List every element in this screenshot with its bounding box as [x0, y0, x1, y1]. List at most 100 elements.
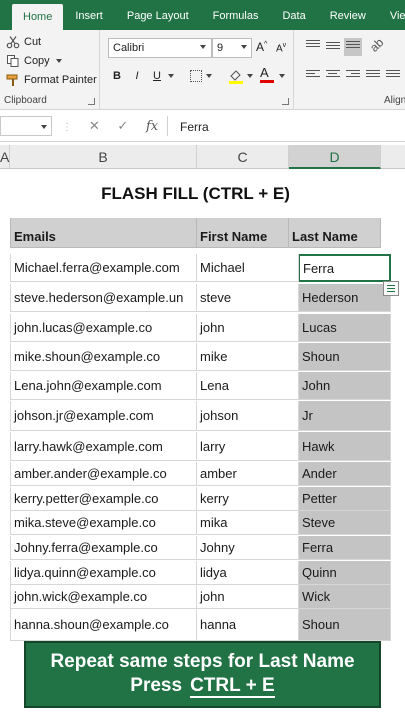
underline-button[interactable]: U [150, 66, 164, 86]
email-cell[interactable]: mika.steve@example.co [10, 511, 197, 535]
increase-font-icon[interactable]: A^ [256, 40, 267, 54]
first-name-cell[interactable]: steve [197, 284, 299, 312]
format-painter-button[interactable]: Format Painter [6, 72, 97, 88]
email-cell[interactable]: larry.hawk@example.com [10, 432, 197, 461]
email-cell[interactable]: Lena.john@example.com [10, 372, 197, 400]
email-cell[interactable]: Johny.ferra@example.co [10, 536, 197, 560]
align-right-icon[interactable] [346, 70, 360, 82]
copy-dropdown-icon[interactable] [55, 59, 62, 63]
first-name-cell[interactable]: amber [197, 462, 299, 486]
header-emails[interactable]: Emails [10, 218, 197, 248]
fill-color-icon[interactable] [228, 68, 244, 87]
font-family-select[interactable]: Calibri [108, 38, 212, 58]
last-name-cell[interactable]: Petter [299, 487, 391, 511]
last-name-cell[interactable]: Lucas [299, 314, 391, 342]
email-cell[interactable]: mike.shoun@example.co [10, 343, 197, 371]
cut-button[interactable]: Cut [6, 34, 41, 50]
align-middle-icon[interactable] [326, 42, 340, 54]
italic-button[interactable]: I [130, 66, 144, 86]
last-name-cell[interactable]: Jr [299, 401, 391, 431]
email-cell[interactable]: lidya.quinn@example.co [10, 561, 197, 585]
ribbon: Cut Copy Format Painter Clipboard Calibr… [0, 30, 405, 110]
first-name-cell[interactable]: john [197, 314, 299, 342]
header-last-name[interactable]: Last Name [289, 218, 381, 248]
column-header-d[interactable]: D [289, 145, 381, 169]
decrease-font-icon[interactable]: Av [276, 42, 286, 54]
font-color-dropdown-icon[interactable] [279, 74, 285, 78]
cancel-icon[interactable]: ✕ [89, 118, 100, 134]
email-cell[interactable]: steve.hederson@example.un [10, 284, 197, 312]
first-name-cell[interactable]: hanna [197, 609, 299, 641]
table-row: john.wick@example.co john Wick [10, 585, 391, 609]
table-row: johson.jr@example.com johson Jr [10, 401, 391, 431]
tab-view[interactable]: View [378, 0, 405, 30]
email-cell[interactable]: hanna.shoun@example.co [10, 609, 197, 641]
formula-input[interactable]: Ferra [180, 120, 209, 134]
align-bottom-icon[interactable] [344, 38, 362, 56]
last-name-cell[interactable]: Hawk [299, 432, 391, 461]
first-name-cell[interactable]: Johny [197, 536, 299, 560]
increase-indent-icon[interactable] [386, 70, 400, 82]
borders-dropdown-icon[interactable] [206, 74, 212, 78]
insert-function-icon[interactable]: fx [146, 119, 158, 134]
last-name-cell[interactable]: John [299, 372, 391, 400]
column-header-b[interactable]: B [10, 145, 197, 169]
last-name-cell[interactable]: Hederson [299, 284, 391, 312]
first-name-cell[interactable]: kerry [197, 487, 299, 511]
fill-color-dropdown-icon[interactable] [247, 74, 253, 78]
borders-icon[interactable] [190, 70, 202, 82]
tab-page-layout[interactable]: Page Layout [115, 0, 201, 30]
column-header-a[interactable]: A [0, 145, 10, 169]
scissors-icon [6, 35, 20, 49]
align-left-icon[interactable] [306, 70, 320, 82]
tab-insert[interactable]: Insert [63, 0, 115, 30]
last-name-cell[interactable]: Wick [299, 585, 391, 609]
first-name-cell[interactable]: lidya [197, 561, 299, 585]
first-name-cell[interactable]: Lena [197, 372, 299, 400]
copy-button[interactable]: Copy [6, 53, 62, 69]
font-family-dropdown-icon[interactable] [200, 45, 206, 49]
bold-button[interactable]: B [110, 66, 124, 86]
tab-review[interactable]: Review [318, 0, 378, 30]
header-first-name[interactable]: First Name [197, 218, 289, 248]
last-name-cell[interactable]: Ander [299, 462, 391, 486]
email-cell[interactable]: john.wick@example.co [10, 585, 197, 609]
tab-data[interactable]: Data [270, 0, 317, 30]
underline-dropdown-icon[interactable] [168, 74, 174, 78]
alignment-group-label: Align [384, 95, 405, 106]
align-center-icon[interactable] [326, 70, 340, 82]
last-name-cell[interactable]: Ferra [299, 536, 391, 560]
enter-icon[interactable]: ✓ [117, 118, 128, 134]
clipboard-launcher-icon[interactable] [88, 98, 95, 105]
name-box[interactable] [0, 116, 52, 136]
flash-fill-options-icon[interactable] [383, 281, 399, 296]
last-name-cell[interactable]: Ferra [299, 254, 391, 282]
orientation-icon[interactable]: ab [367, 35, 386, 54]
email-cell[interactable]: kerry.petter@example.co [10, 487, 197, 511]
first-name-cell[interactable]: mike [197, 343, 299, 371]
email-cell[interactable]: johson.jr@example.com [10, 401, 197, 431]
name-box-dropdown-icon[interactable] [41, 125, 47, 129]
font-color-icon[interactable]: A [260, 66, 274, 83]
last-name-cell[interactable]: Shoun [299, 343, 391, 371]
email-cell[interactable]: Michael.ferra@example.com [10, 254, 197, 282]
last-name-cell[interactable]: Quinn [299, 561, 391, 585]
column-header-e[interactable] [381, 145, 405, 169]
tab-formulas[interactable]: Formulas [201, 0, 271, 30]
email-cell[interactable]: amber.ander@example.co [10, 462, 197, 486]
align-top-icon[interactable] [306, 40, 320, 52]
decrease-indent-icon[interactable] [366, 70, 380, 82]
first-name-cell[interactable]: larry [197, 432, 299, 461]
first-name-cell[interactable]: Michael [197, 254, 299, 282]
column-header-c[interactable]: C [197, 145, 289, 169]
first-name-cell[interactable]: mika [197, 511, 299, 535]
font-size-dropdown-icon[interactable] [241, 45, 247, 49]
tab-home[interactable]: Home [12, 4, 64, 30]
format-painter-label: Format Painter [24, 74, 97, 86]
first-name-cell[interactable]: johson [197, 401, 299, 431]
last-name-cell[interactable]: Shoun [299, 609, 391, 641]
last-name-cell[interactable]: Steve [299, 511, 391, 535]
email-cell[interactable]: john.lucas@example.co [10, 314, 197, 342]
first-name-cell[interactable]: john [197, 585, 299, 609]
font-launcher-icon[interactable] [282, 98, 289, 105]
